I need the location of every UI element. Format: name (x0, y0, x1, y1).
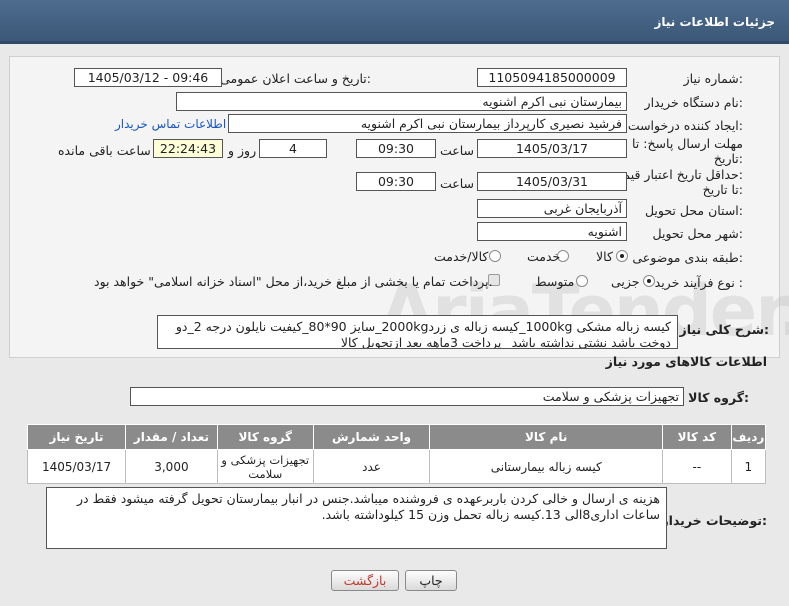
purchase-option-medium: متوسط (535, 274, 575, 289)
back-button[interactable]: بازگشت (331, 570, 399, 591)
page-title: جزئیات اطلاعات نیاز (654, 15, 775, 29)
buyer-notes-field: هزینه ی ارسال و خالی کردن باربرعهده ی فر… (46, 487, 667, 549)
goods-group-field: تجهیزات پزشکی و سلامت (130, 387, 684, 406)
announce-label: تاریخ و ساعت اعلان عمومی: (220, 71, 371, 86)
category-label: طبقه بندی موضوعی: (632, 250, 743, 265)
general-desc-label: شرح کلی نیاز: (679, 322, 770, 337)
creator-label: ایجاد کننده درخواست: (627, 118, 743, 133)
need-number-label: شماره نیاز: (683, 71, 743, 86)
city-field: اشنویه (477, 222, 627, 241)
province-field: آذربایجان غربی (477, 199, 627, 218)
validity-time-label: ساعت (440, 176, 475, 191)
purchase-option-minor: جزیی (611, 274, 640, 289)
buyer-org-label: نام دستگاه خریدار: (644, 95, 743, 110)
purchase-radio-medium[interactable] (576, 275, 588, 287)
deadline-label: مهلت ارسال پاسخ: تا (632, 136, 743, 151)
goods-table-header: ردیف کد کالا نام کالا واحد شمارش گروه کا… (26, 424, 767, 450)
validity-date-field: 1405/03/31 (477, 172, 627, 191)
remaining-time-field: 22:24:43 (153, 139, 223, 158)
category-radio-goods-service[interactable] (489, 250, 501, 262)
category-option-goods: کالا (596, 249, 613, 264)
creator-field: فرشید نصیری کارپرداز بیمارستان نبی اکرم … (228, 114, 627, 133)
general-desc-field: کیسه زباله مشکی 1000kg_کیسه زباله ی زرد2… (157, 315, 678, 349)
cell-row: 1 (730, 449, 767, 484)
col-quantity: تعداد / مقدار (125, 424, 218, 450)
print-button[interactable]: چاپ (405, 570, 457, 591)
cell-group: تجهیزات پزشکی و سلامت (216, 449, 314, 484)
treasury-note: پرداخت تمام یا بخشی از مبلغ خرید،از محل … (94, 274, 493, 289)
validity-label: حداقل تاریخ اعتبار قیمت: (611, 167, 743, 182)
cell-unit: عدد (312, 449, 431, 484)
col-group: گروه کالا (216, 424, 314, 450)
deadline-time-field: 09:30 (356, 139, 436, 158)
cell-quantity: 3,000 (125, 449, 218, 484)
col-unit: واحد شمارش (312, 424, 431, 450)
need-number-field: 1105094185000009 (477, 68, 627, 87)
purchase-radio-minor[interactable] (643, 275, 655, 287)
table-row: 1 -- کیسه زباله بیمارستانی عدد تجهیزات پ… (26, 449, 767, 484)
header-bar: جزئیات اطلاعات نیاز (0, 0, 789, 44)
buyer-org-field: بیمارستان نبی اکرم اشنویه (176, 92, 627, 111)
deadline-date-field: 1405/03/17 (477, 139, 627, 158)
category-radio-goods[interactable] (616, 250, 628, 262)
col-name: نام کالا (429, 424, 663, 450)
city-label: شهر محل تحویل: (652, 226, 743, 241)
province-label: استان محل تحویل: (644, 203, 743, 218)
deadline-label-date: تاریخ: (713, 151, 743, 166)
category-option-goods-service: کالا/خدمت (434, 249, 489, 264)
cell-code: -- (661, 449, 732, 484)
cell-need-date: 1405/03/17 (26, 449, 127, 484)
goods-table: ردیف کد کالا نام کالا واحد شمارش گروه کا… (26, 424, 767, 484)
buyer-contact-link[interactable]: اطلاعات تماس خریدار (115, 117, 226, 131)
deadline-time-label: ساعت (440, 143, 475, 158)
announce-datetime-field: 1405/03/12 - 09:46 (74, 68, 222, 87)
purchase-type-label: نوع فرآیند خرید : (654, 275, 743, 290)
col-code: کد کالا (661, 424, 732, 450)
validity-label-date: تا تاریخ: (702, 182, 743, 197)
goods-section-title: اطلاعات کالاهای مورد نیاز (605, 354, 767, 369)
col-need-date: تاریخ نیاز (26, 424, 127, 450)
buyer-notes-label: توضیحات خریدار: (661, 513, 767, 528)
goods-group-label: گروه کالا: (688, 390, 749, 405)
cell-name: کیسه زباله بیمارستانی (429, 449, 663, 484)
category-option-service: خدمت (527, 249, 561, 264)
col-row: ردیف (730, 424, 767, 450)
days-label: روز و (228, 143, 257, 158)
remaining-label: ساعت باقی مانده (58, 143, 151, 158)
validity-time-field: 09:30 (356, 172, 436, 191)
days-remaining-field: 4 (259, 139, 327, 158)
